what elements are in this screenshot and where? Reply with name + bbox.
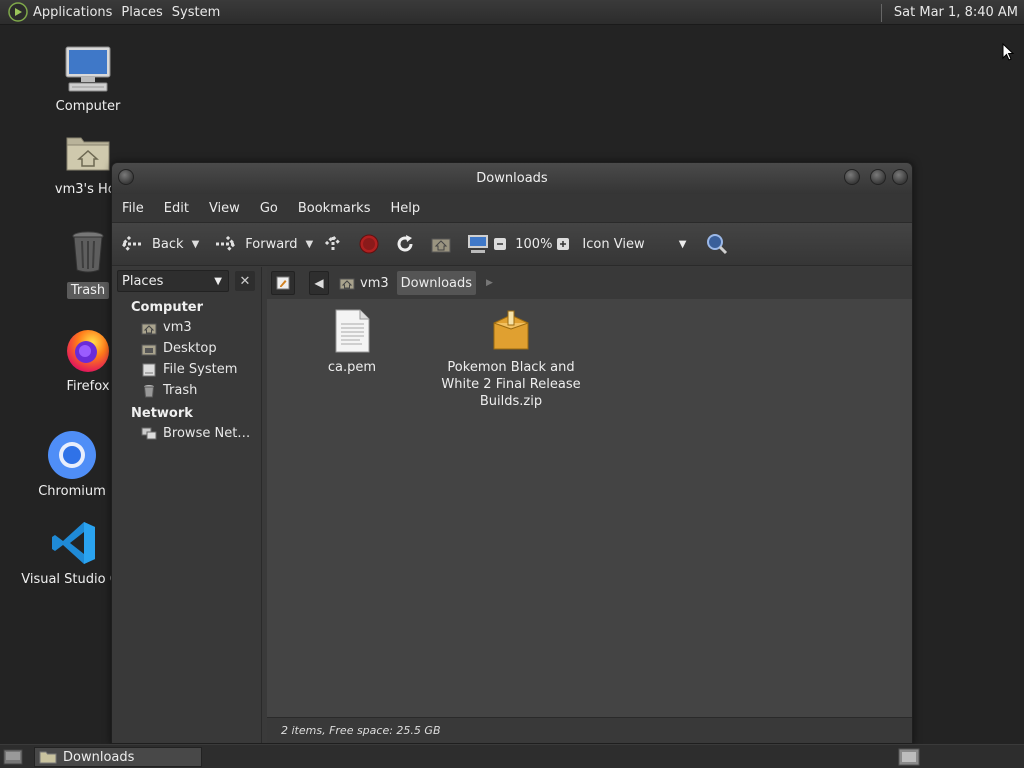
sidebar-close-button[interactable]: ✕ bbox=[235, 271, 255, 291]
zoom-out-icon[interactable] bbox=[493, 237, 509, 251]
forward-arrow-icon bbox=[213, 232, 237, 256]
desktop-icon-label: Computer bbox=[55, 99, 121, 114]
reload-icon[interactable] bbox=[395, 234, 415, 254]
stop-icon[interactable] bbox=[359, 234, 379, 254]
computer-icon bbox=[63, 45, 113, 95]
menu-edit[interactable]: Edit bbox=[154, 201, 199, 216]
back-button[interactable]: Back bbox=[120, 232, 184, 256]
forward-button[interactable]: Forward bbox=[213, 232, 298, 256]
path-scroll-left-icon[interactable]: ◀ bbox=[309, 271, 329, 295]
menu-go[interactable]: Go bbox=[250, 201, 288, 216]
taskbar-item-downloads[interactable]: Downloads bbox=[34, 747, 202, 767]
desktop-folder-icon bbox=[141, 342, 157, 356]
chromium-icon bbox=[47, 430, 97, 480]
sidebar: Places ▼ ✕ Computer vm3 Desktop File Sys… bbox=[112, 267, 262, 743]
path-crumb-downloads[interactable]: Downloads bbox=[396, 271, 477, 295]
vscode-icon bbox=[49, 518, 99, 568]
file-manager-window: Downloads File Edit View Go Bookmarks He… bbox=[111, 162, 913, 744]
file-name: ca.pem bbox=[327, 360, 377, 375]
edit-location-icon[interactable] bbox=[271, 271, 295, 295]
path-bar: ◀ vm3 Downloads ▶ bbox=[267, 267, 912, 299]
home-folder-icon bbox=[63, 128, 113, 178]
sidebar-item-label: Desktop bbox=[163, 341, 217, 356]
menubar: File Edit View Go Bookmarks Help bbox=[112, 194, 912, 222]
home-icon bbox=[141, 321, 157, 335]
sidebar-item-trash[interactable]: Trash bbox=[112, 380, 261, 401]
view-mode-label: Icon View bbox=[582, 236, 645, 252]
path-scroll-right-icon[interactable]: ▶ bbox=[486, 278, 493, 288]
trash-icon bbox=[63, 228, 113, 278]
menu-help[interactable]: Help bbox=[380, 201, 430, 216]
home-icon[interactable] bbox=[431, 235, 451, 253]
menu-file[interactable]: File bbox=[112, 201, 154, 216]
folder-icon bbox=[39, 750, 57, 764]
desktop-icon-label: Chromium bbox=[38, 484, 106, 499]
zoom-level: 100% bbox=[515, 236, 553, 252]
back-history-dropdown[interactable]: ▼ bbox=[192, 239, 200, 250]
home-icon bbox=[339, 276, 355, 290]
forward-label: Forward bbox=[245, 236, 298, 252]
taskbar-item-label: Downloads bbox=[63, 749, 135, 765]
view-mode-select[interactable]: Icon View ▼ bbox=[582, 237, 686, 252]
forward-history-dropdown[interactable]: ▼ bbox=[306, 239, 314, 250]
sidebar-type-select[interactable]: Places ▼ bbox=[117, 270, 229, 292]
sidebar-type-label: Places bbox=[122, 273, 164, 289]
desktop-icon-label: Trash bbox=[66, 282, 110, 299]
sidebar-item-browse-network[interactable]: Browse Net… bbox=[112, 423, 261, 444]
file-name: Pokemon Black and White 2 Final Release … bbox=[441, 360, 581, 409]
window-menu-button[interactable] bbox=[118, 169, 134, 185]
close-button[interactable] bbox=[892, 169, 908, 185]
distro-logo-icon[interactable] bbox=[7, 1, 29, 23]
firefox-icon bbox=[63, 325, 113, 375]
chevron-down-icon: ▼ bbox=[678, 238, 687, 250]
menu-bookmarks[interactable]: Bookmarks bbox=[288, 201, 381, 216]
desktop-icon-computer[interactable]: Computer bbox=[38, 45, 138, 114]
menu-places[interactable]: Places bbox=[121, 5, 171, 20]
sidebar-item-desktop[interactable]: Desktop bbox=[112, 338, 261, 359]
sidebar-item-label: vm3 bbox=[163, 320, 192, 335]
maximize-button[interactable] bbox=[870, 169, 886, 185]
sidebar-item-label: Trash bbox=[163, 383, 198, 398]
sidebar-section-computer: Computer bbox=[131, 300, 204, 315]
file-item[interactable]: Pokemon Black and White 2 Final Release … bbox=[441, 309, 581, 410]
sidebar-item-file-system[interactable]: File System bbox=[112, 359, 261, 380]
sidebar-section-network: Network bbox=[131, 406, 193, 421]
sidebar-item-label: File System bbox=[163, 362, 238, 377]
path-crumb-vm3[interactable]: vm3 bbox=[335, 271, 393, 295]
menu-applications[interactable]: Applications bbox=[33, 5, 121, 20]
search-icon[interactable] bbox=[706, 233, 728, 255]
minimize-button[interactable] bbox=[844, 169, 860, 185]
desktop-icon-chromium[interactable]: Chromium bbox=[22, 430, 122, 499]
menu-system[interactable]: System bbox=[172, 5, 229, 20]
workspace-switcher-icon[interactable] bbox=[898, 748, 920, 766]
window-title: Downloads bbox=[476, 171, 548, 186]
chevron-down-icon: ▼ bbox=[214, 275, 222, 287]
path-crumb-label: vm3 bbox=[360, 275, 389, 291]
back-arrow-icon bbox=[120, 232, 144, 256]
sidebar-item-vm3[interactable]: vm3 bbox=[112, 317, 261, 338]
up-arrow-icon[interactable] bbox=[323, 234, 343, 254]
top-panel: Applications Places System Sat Mar 1, 8:… bbox=[0, 0, 1024, 25]
file-item[interactable]: ca.pem bbox=[282, 309, 422, 376]
drive-icon bbox=[141, 363, 157, 377]
toolbar: Back ▼ Forward ▼ 100% Icon View ▼ bbox=[112, 222, 912, 266]
path-crumb-label: Downloads bbox=[400, 275, 473, 291]
sidebar-item-label: Browse Net… bbox=[163, 426, 251, 441]
clock[interactable]: Sat Mar 1, 8:40 AM bbox=[894, 5, 1018, 20]
network-icon bbox=[141, 427, 157, 441]
panel-separator bbox=[880, 3, 882, 22]
back-label: Back bbox=[152, 236, 184, 252]
zoom-in-icon[interactable] bbox=[556, 237, 572, 251]
bottom-panel: Downloads bbox=[0, 744, 1024, 768]
mouse-cursor-icon bbox=[1002, 42, 1015, 65]
trash-icon bbox=[141, 384, 157, 398]
status-bar: 2 items, Free space: 25.5 GB bbox=[267, 717, 912, 743]
menu-view[interactable]: View bbox=[199, 201, 250, 216]
show-desktop-icon[interactable] bbox=[3, 748, 23, 766]
window-titlebar[interactable]: Downloads bbox=[112, 163, 912, 194]
file-icon-view[interactable]: ca.pem Pokemon Black and White 2 Final R… bbox=[267, 299, 912, 717]
computer-icon[interactable] bbox=[467, 234, 489, 254]
text-file-icon bbox=[332, 309, 372, 353]
archive-icon bbox=[491, 309, 531, 353]
